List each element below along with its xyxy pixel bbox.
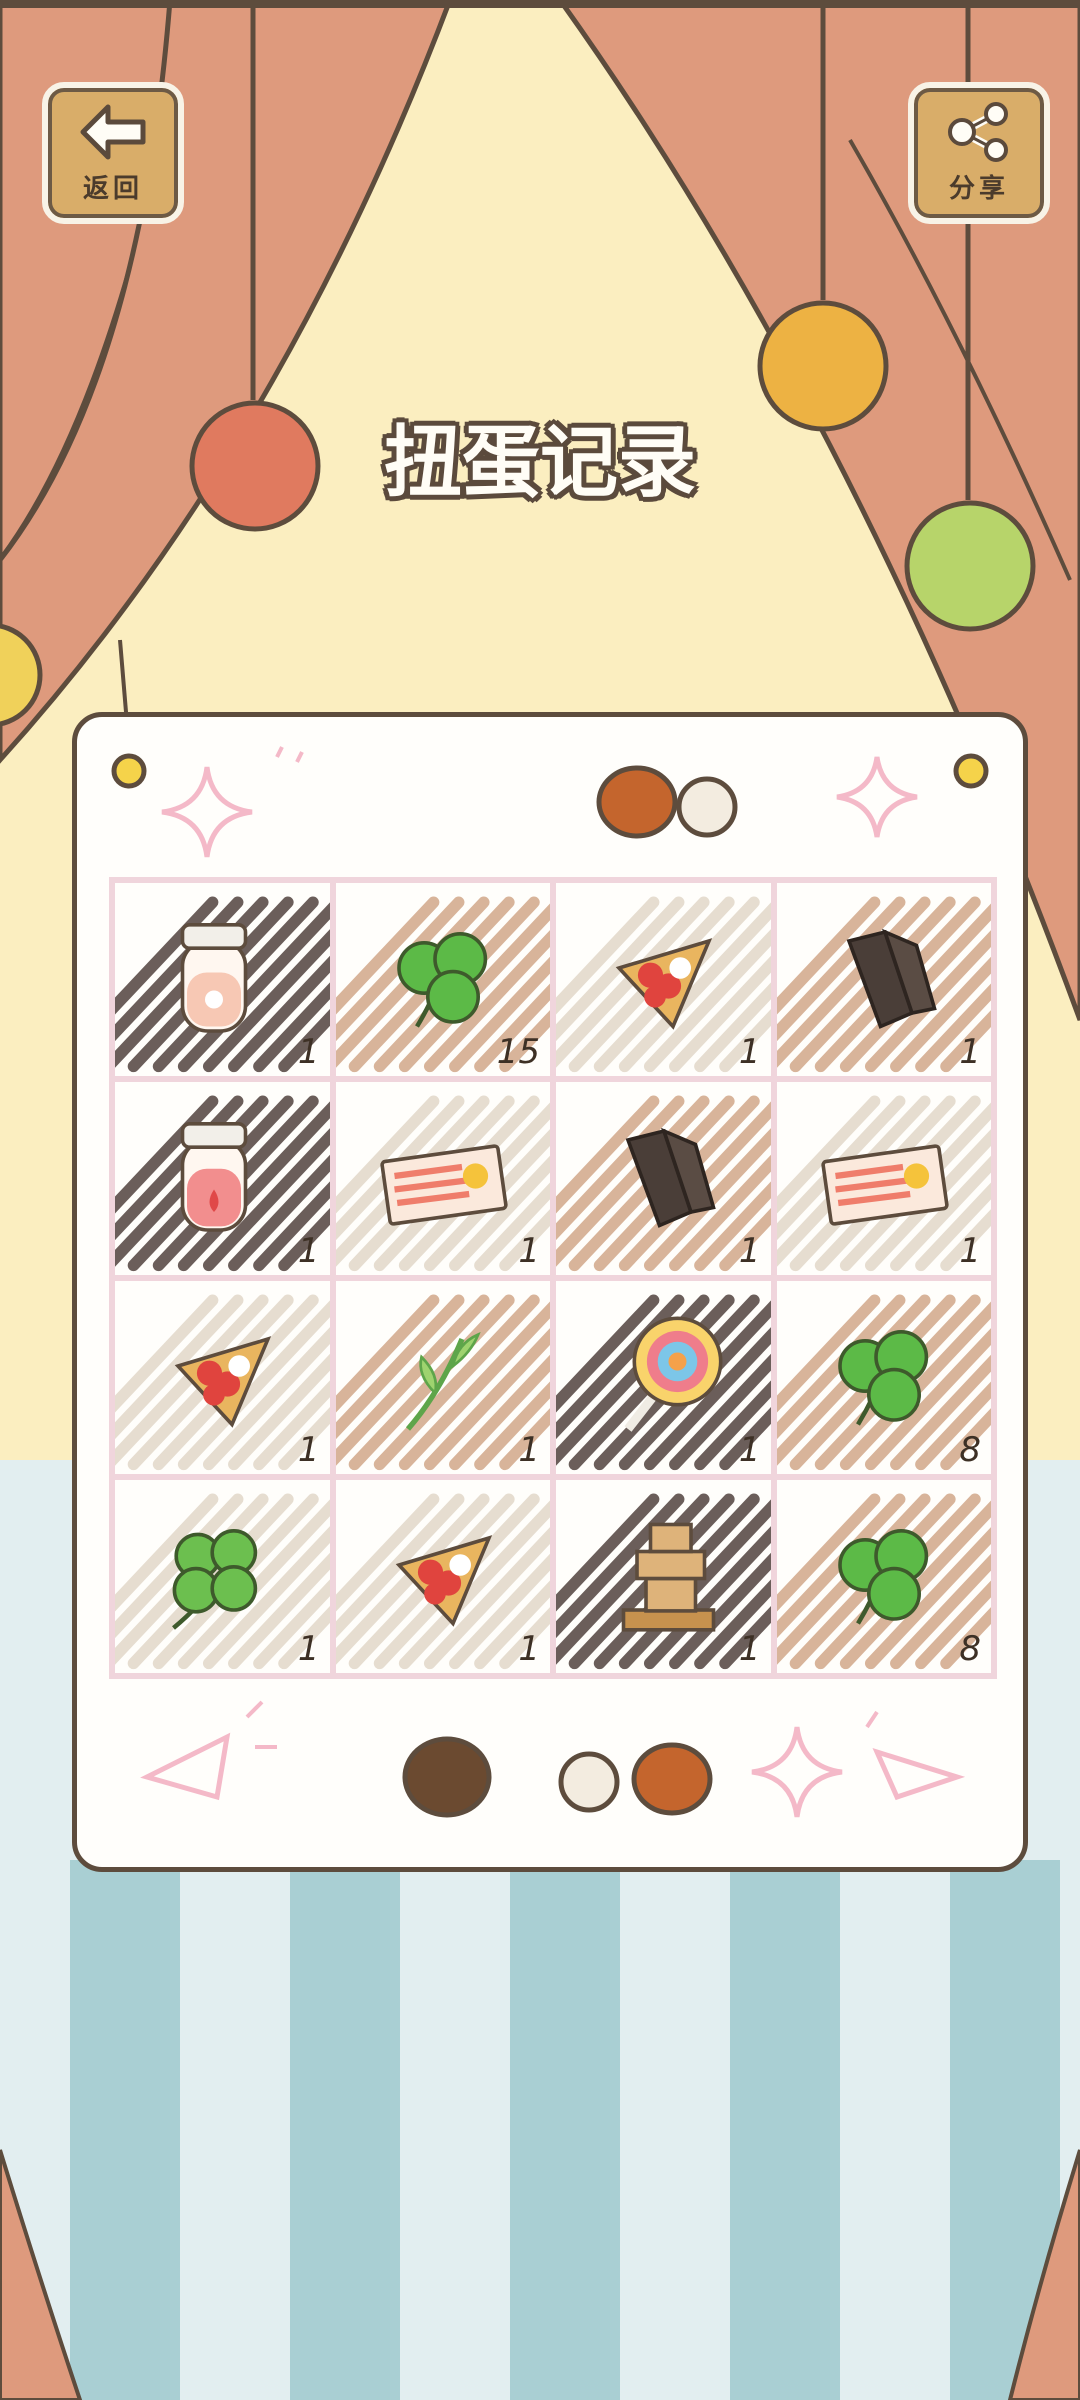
strawberry-jam-jar-icon xyxy=(180,1122,248,1232)
gacha-record-board: 1 15 1 1 1 1 1 1 1 1 1 8 1 1 1 8 xyxy=(72,712,1028,1872)
strawberry-crepe-icon xyxy=(395,1535,492,1627)
item-count: 1 xyxy=(297,1231,320,1271)
item-cell[interactable]: 1 xyxy=(553,1079,774,1278)
item-count: 1 xyxy=(738,1430,761,1470)
green-sprout-icon xyxy=(405,1331,481,1431)
left-arrow-icon xyxy=(80,104,146,159)
item-cell[interactable]: 1 xyxy=(332,1278,553,1477)
item-cell[interactable]: 1 xyxy=(112,880,333,1079)
item-cell[interactable]: 1 xyxy=(112,1477,333,1676)
page-title: 扭蛋记录 xyxy=(383,418,696,508)
item-cell[interactable]: 1 xyxy=(553,880,774,1079)
item-count: 1 xyxy=(518,1629,540,1669)
stone-tower-icon xyxy=(621,1522,716,1632)
back-label: 返回 xyxy=(82,173,143,204)
item-count: 1 xyxy=(959,1231,981,1271)
peach-jam-jar-icon xyxy=(180,923,248,1033)
item-count: 8 xyxy=(959,1629,981,1669)
share-icon xyxy=(948,101,1008,162)
item-count: 8 xyxy=(959,1430,981,1470)
share-button[interactable]: 分享 xyxy=(908,82,1050,224)
item-count: 1 xyxy=(959,1032,981,1072)
strawberry-crepe-icon xyxy=(615,938,713,1030)
item-count: 15 xyxy=(496,1032,540,1072)
item-cell[interactable]: 15 xyxy=(332,880,553,1079)
item-cell[interactable]: 1 xyxy=(332,1477,553,1676)
charred-wood-icon xyxy=(625,1127,716,1228)
swirl-lollipop-icon xyxy=(624,1316,723,1432)
item-count: 1 xyxy=(518,1231,540,1271)
charred-wood-icon xyxy=(846,928,937,1029)
item-count: 1 xyxy=(518,1430,540,1470)
item-count: 1 xyxy=(738,1231,761,1271)
share-label: 分享 xyxy=(948,173,1009,204)
item-cell[interactable]: 1 xyxy=(773,1079,994,1278)
item-cell[interactable]: 1 xyxy=(773,880,994,1079)
item-count: 1 xyxy=(738,1629,761,1669)
back-button[interactable]: 返回 xyxy=(42,82,184,224)
rising-sun-ticket-icon xyxy=(379,1144,508,1226)
item-cell[interactable]: 1 xyxy=(332,1079,553,1278)
item-grid: 1 15 1 1 1 1 1 1 1 1 1 8 1 1 1 8 xyxy=(109,877,997,1679)
four-leaf-clover-icon xyxy=(172,1529,258,1630)
item-cell[interactable]: 1 xyxy=(112,1079,333,1278)
item-cell[interactable]: 8 xyxy=(773,1278,994,1477)
strawberry-crepe-icon xyxy=(174,1336,272,1428)
item-cell[interactable]: 1 xyxy=(112,1278,333,1477)
item-cell[interactable]: 1 xyxy=(553,1278,774,1477)
item-count: 1 xyxy=(297,1032,320,1072)
rising-sun-ticket-icon xyxy=(820,1144,949,1226)
item-count: 1 xyxy=(297,1430,320,1470)
item-count: 1 xyxy=(297,1629,320,1669)
item-cell[interactable]: 1 xyxy=(553,1477,774,1676)
three-leaf-clover-icon xyxy=(837,1330,928,1426)
item-cell[interactable]: 8 xyxy=(773,1477,994,1676)
three-leaf-clover-icon xyxy=(837,1529,928,1625)
item-count: 1 xyxy=(738,1032,761,1072)
